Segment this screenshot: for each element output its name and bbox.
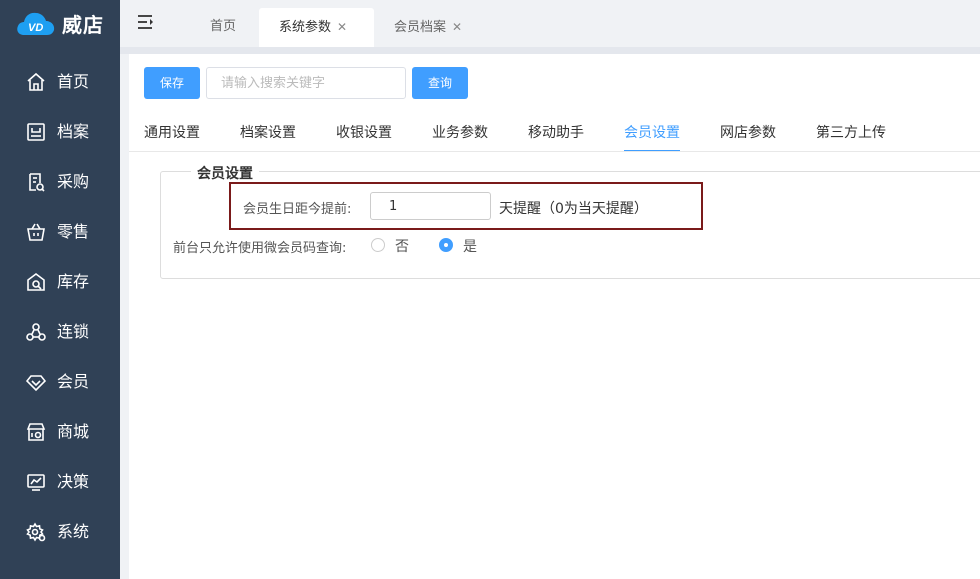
app-logo[interactable]: VD 威店 (16, 8, 104, 38)
sidebar: VD 威店 首页 档案 采购 零售 库存 连锁 会员 商城 决策 系统 (0, 0, 120, 579)
query-button[interactable]: 查询 (412, 67, 468, 99)
radio-yes[interactable] (439, 238, 453, 252)
fieldset-legend: 会员设置 (191, 163, 259, 183)
chart-icon (26, 472, 46, 492)
radio-no[interactable] (371, 238, 385, 252)
gear-icon (26, 522, 46, 542)
birthday-reminder-label: 会员生日距今提前: (243, 202, 352, 217)
tab-bar: 首页 系统参数 ✕ 会员档案 ✕ (120, 0, 980, 47)
sidebar-item-member[interactable]: 会员 (0, 357, 120, 407)
cloud-logo-icon: VD (16, 9, 56, 37)
diamond-icon (25, 372, 47, 392)
sidebar-item-retail[interactable]: 零售 (0, 207, 120, 257)
settings-tab-member[interactable]: 会员设置 (624, 122, 680, 152)
sidebar-item-label: 商城 (57, 422, 90, 441)
settings-tab-mobile[interactable]: 移动助手 (528, 122, 584, 152)
sidebar-item-system[interactable]: 系统 (0, 507, 120, 557)
tab-label: 首页 (210, 19, 237, 34)
sidebar-item-label: 决策 (57, 472, 90, 491)
sidebar-item-label: 采购 (57, 172, 90, 191)
search-input[interactable] (206, 67, 406, 99)
basket-icon (26, 222, 46, 242)
sidebar-item-chain[interactable]: 连锁 (0, 307, 120, 357)
radio-yes-label[interactable]: 是 (463, 236, 477, 256)
settings-tab-archive[interactable]: 档案设置 (240, 122, 296, 152)
sidebar-item-label: 零售 (57, 222, 90, 241)
shop-icon (26, 422, 46, 442)
app-name: 威店 (62, 12, 104, 37)
svg-text:VD: VD (28, 22, 43, 34)
menu-collapse-icon[interactable] (137, 14, 155, 30)
sidebar-item-label: 会员 (57, 372, 90, 391)
archive-icon (26, 122, 46, 142)
sidebar-item-inventory[interactable]: 库存 (0, 257, 120, 307)
main-panel: 保存 查询 通用设置 档案设置 收银设置 业务参数 移动助手 会员设置 网店参数… (129, 54, 980, 579)
sidebar-item-label: 连锁 (57, 322, 90, 341)
sidebar-item-home[interactable]: 首页 (0, 57, 120, 107)
close-icon[interactable]: ✕ (337, 20, 347, 34)
settings-tab-general[interactable]: 通用设置 (144, 122, 200, 152)
tab-member-archive[interactable]: 会员档案 ✕ (394, 8, 494, 47)
settings-tabs-divider (129, 151, 980, 152)
birthday-days-input[interactable] (370, 192, 491, 220)
sidebar-item-label: 首页 (57, 72, 90, 91)
sidebar-item-mall[interactable]: 商城 (0, 407, 120, 457)
sidebar-item-label: 系统 (57, 522, 90, 541)
tab-label: 系统参数 (279, 20, 332, 35)
home-icon (26, 72, 46, 92)
sidebar-item-decision[interactable]: 决策 (0, 457, 120, 507)
tab-home[interactable]: 首页 (210, 8, 240, 47)
settings-tab-webshop[interactable]: 网店参数 (720, 122, 776, 152)
sidebar-item-archive[interactable]: 档案 (0, 107, 120, 157)
save-button[interactable]: 保存 (144, 67, 200, 99)
sidebar-item-purchase[interactable]: 采购 (0, 157, 120, 207)
purchase-icon (26, 172, 46, 192)
wechat-only-label: 前台只允许使用微会员码查询: (173, 241, 347, 256)
settings-tab-third-party[interactable]: 第三方上传 (816, 122, 886, 152)
close-icon[interactable]: ✕ (452, 20, 462, 34)
chain-icon (26, 322, 46, 342)
tab-label: 会员档案 (394, 20, 447, 35)
sidebar-item-label: 档案 (57, 122, 90, 141)
settings-tab-business[interactable]: 业务参数 (432, 122, 488, 152)
radio-no-label[interactable]: 否 (395, 236, 409, 256)
warehouse-icon (26, 272, 46, 292)
birthday-hint: 天提醒（0为当天提醒） (499, 201, 648, 217)
sidebar-item-label: 库存 (57, 272, 90, 291)
tab-system-params[interactable]: 系统参数 ✕ (259, 8, 374, 47)
tab-bar-divider (120, 47, 980, 54)
settings-tab-cashier[interactable]: 收银设置 (336, 122, 392, 152)
